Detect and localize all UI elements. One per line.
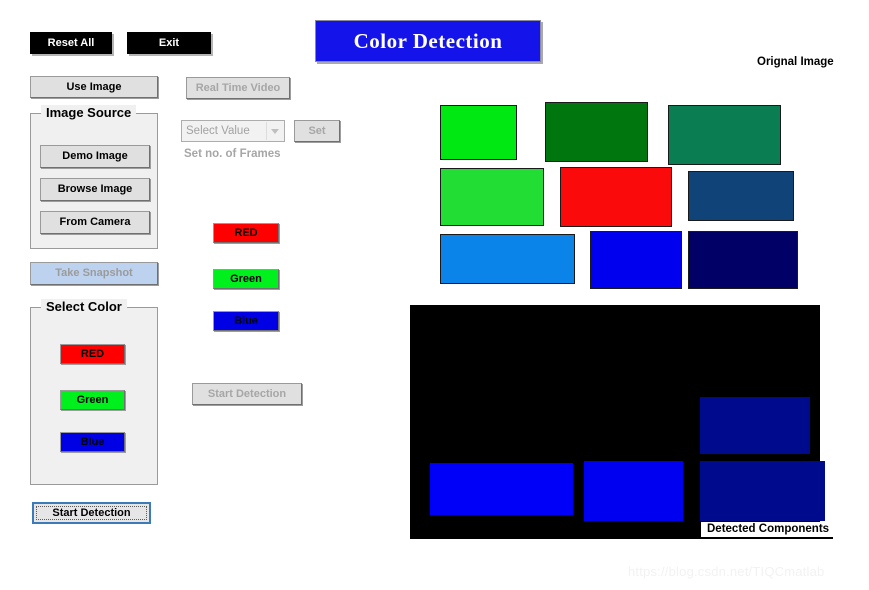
set-button[interactable]: Set [294,120,340,142]
video-start-detection-button[interactable]: Start Detection [192,383,302,405]
select-color-blue-button[interactable]: Blue [60,432,125,452]
detected-blue-left [430,463,573,515]
select-color-green-label: Green [76,393,109,406]
image-source-panel-title: Image Source [41,105,137,120]
bright-blue-block [590,231,682,289]
detected-blue-middle [584,461,683,521]
original-image-axes [410,75,860,295]
video-color-red-button[interactable]: RED [213,223,279,243]
real-time-video-button[interactable]: Real Time Video [186,77,290,99]
use-image-button[interactable]: Use Image [30,76,158,98]
from-camera-label: From Camera [59,216,131,228]
start-detection-button[interactable]: Start Detection [32,502,151,524]
green-block-2 [440,168,544,226]
video-color-blue-button[interactable]: Blue [213,311,279,331]
select-color-panel-title: Select Color [41,299,127,314]
select-color-blue-label: Blue [80,435,105,448]
video-start-detection-label: Start Detection [207,387,287,400]
dark-green-block [545,102,648,162]
frames-select[interactable]: Select Value [181,120,285,142]
video-color-green-label: Green [230,272,262,285]
original-image-caption: Orignal Image [757,56,834,68]
sea-green-block [668,105,781,165]
video-color-green-button[interactable]: Green [213,269,279,289]
exit-button[interactable]: Exit [127,32,211,54]
frames-hint-label: Set no. of Frames [184,148,281,160]
detected-navy-top [700,397,810,454]
steel-blue-block [688,171,794,221]
navy-block [688,231,798,289]
set-button-label: Set [308,124,326,137]
select-color-red-label: RED [80,347,105,360]
detected-image-axes [410,305,825,539]
demo-image-label: Demo Image [62,150,128,162]
page-title-label: Color Detection [353,28,503,53]
from-camera-button[interactable]: From Camera [40,211,150,234]
browse-image-label: Browse Image [57,183,133,195]
take-snapshot-label: Take Snapshot [55,267,133,279]
page-title: Color Detection [315,20,541,62]
video-color-red-label: RED [234,226,258,239]
start-detection-label: Start Detection [52,506,131,519]
select-color-green-button[interactable]: Green [60,390,125,410]
browse-image-button[interactable]: Browse Image [40,178,150,201]
detected-navy-right [700,461,825,521]
video-color-blue-label: Blue [234,314,258,327]
red-block [560,167,672,227]
exit-label: Exit [158,36,180,49]
frames-select-value: Select Value [186,125,250,137]
chevron-down-icon[interactable] [266,122,283,140]
select-color-panel: Select Color RED Green Blue [30,299,158,485]
demo-image-button[interactable]: Demo Image [40,145,150,168]
image-source-panel: Image Source Demo Image Browse Image Fro… [30,105,158,249]
reset-all-label: Reset All [47,36,95,49]
take-snapshot-button[interactable]: Take Snapshot [30,262,158,285]
bright-green-block [440,105,517,160]
use-image-label: Use Image [66,80,122,93]
reset-all-button[interactable]: Reset All [30,32,112,54]
select-color-red-button[interactable]: RED [60,344,125,364]
detected-image-caption: Detected Components [701,522,834,539]
watermark: https://blog.csdn.net/TIQCmatlab [628,564,825,579]
light-blue-block [440,234,575,284]
real-time-video-label: Real Time Video [195,81,281,94]
